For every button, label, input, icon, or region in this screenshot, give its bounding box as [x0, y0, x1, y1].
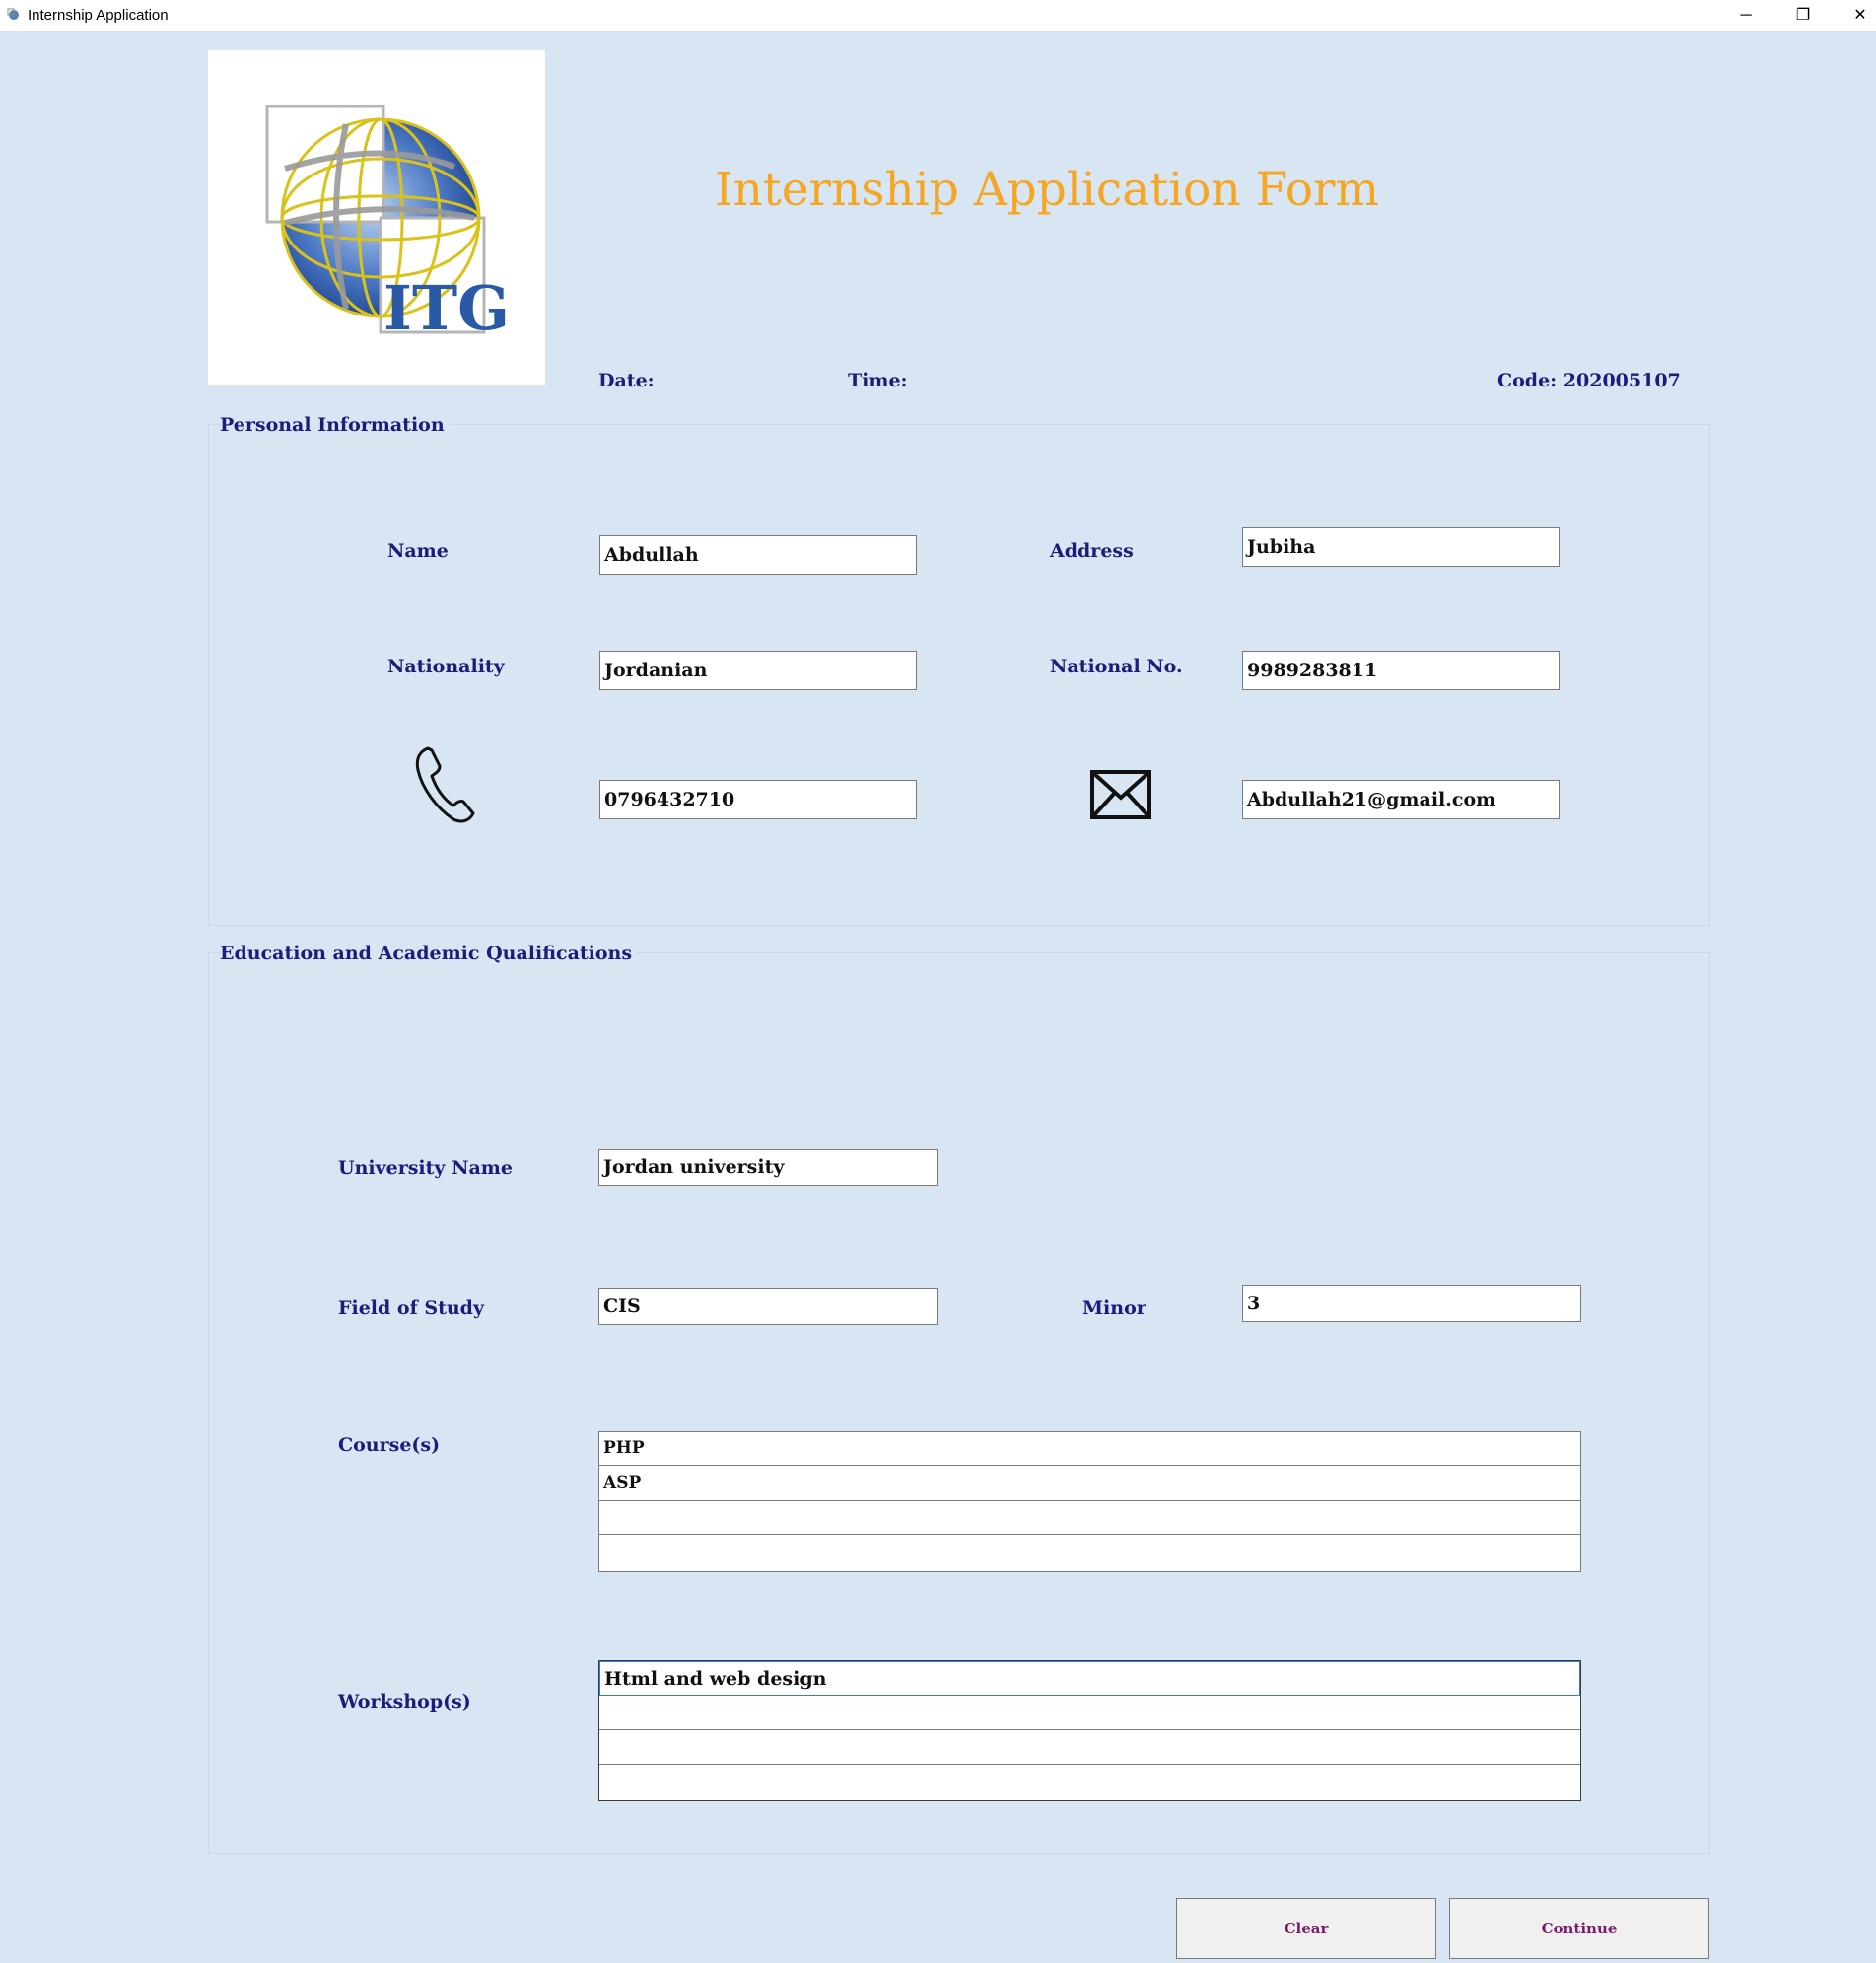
education-title: Education and Academic Qualifications [220, 943, 637, 964]
minimize-button[interactable]: ─ [1717, 0, 1774, 31]
nationality-label: Nationality [387, 656, 505, 677]
close-button[interactable]: ✕ [1832, 0, 1876, 31]
itg-logo: ITG [208, 50, 545, 385]
field-of-study-field[interactable]: CIS [598, 1288, 938, 1325]
code-label: Code: 202005107 [1497, 370, 1681, 391]
form-title: Internship Application Form [715, 163, 1380, 217]
app-icon [7, 8, 19, 20]
university-field[interactable]: Jordan university [598, 1149, 938, 1186]
field-of-study-label: Field of Study [338, 1297, 485, 1319]
minor-label: Minor [1082, 1297, 1146, 1319]
phone-icon [415, 746, 475, 823]
svg-text:ITG: ITG [383, 272, 510, 344]
window-title: Internship Application [28, 7, 169, 24]
workshop-row[interactable] [599, 1730, 1580, 1765]
window-titlebar: Internship Application ─ ❐ ✕ [0, 0, 1876, 32]
continue-button[interactable]: Continue [1449, 1898, 1709, 1959]
clear-button[interactable]: Clear [1176, 1898, 1436, 1959]
course-row[interactable] [599, 1535, 1580, 1570]
courses-label: Course(s) [338, 1435, 441, 1456]
workshops-label: Workshop(s) [338, 1691, 471, 1713]
course-row[interactable]: PHP [599, 1432, 1580, 1466]
national-no-field[interactable]: 9989283811 [1242, 651, 1560, 690]
phone-field[interactable]: 0796432710 [599, 780, 917, 819]
name-label: Name [387, 540, 449, 562]
address-label: Address [1050, 540, 1134, 562]
workshop-row[interactable] [599, 1765, 1580, 1799]
personal-info-title: Personal Information [220, 414, 449, 436]
envelope-icon [1090, 770, 1151, 819]
workshops-list: Html and web design [598, 1660, 1581, 1801]
name-field[interactable]: Abdullah [599, 535, 917, 575]
courses-list: PHP ASP [598, 1431, 1581, 1572]
workshop-row[interactable]: Html and web design [599, 1661, 1580, 1696]
minor-field[interactable]: 3 [1242, 1285, 1581, 1322]
address-field[interactable]: Jubiha [1242, 527, 1560, 567]
maximize-button[interactable]: ❐ [1774, 0, 1832, 31]
course-row[interactable]: ASP [599, 1466, 1580, 1501]
date-label: Date: [598, 370, 655, 391]
email-field[interactable]: Abdullah21@gmail.com [1242, 780, 1560, 819]
workshop-row[interactable] [599, 1696, 1580, 1730]
time-label: Time: [848, 370, 908, 391]
course-row[interactable] [599, 1501, 1580, 1535]
nationality-field[interactable]: Jordanian [599, 651, 917, 690]
university-label: University Name [338, 1157, 513, 1179]
national-no-label: National No. [1050, 656, 1183, 677]
